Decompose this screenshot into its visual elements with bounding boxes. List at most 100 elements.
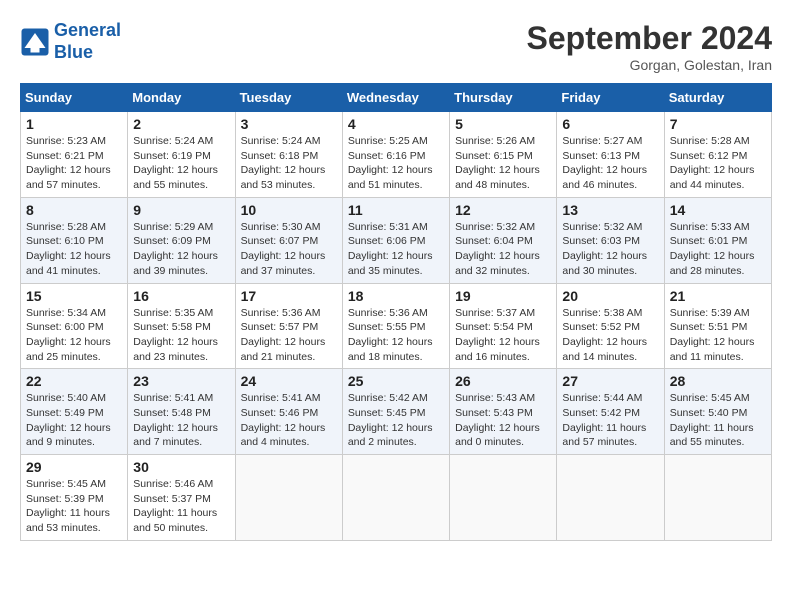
calendar-day-cell: 14 Sunrise: 5:33 AM Sunset: 6:01 PM Dayli… [664,197,771,283]
day-info: Sunrise: 5:30 AM Sunset: 6:07 PM Dayligh… [241,220,337,279]
weekday-header: Tuesday [235,84,342,112]
calendar-day-cell: 29 Sunrise: 5:45 AM Sunset: 5:39 PM Dayli… [21,455,128,541]
day-info: Sunrise: 5:33 AM Sunset: 6:01 PM Dayligh… [670,220,766,279]
day-info: Sunrise: 5:43 AM Sunset: 5:43 PM Dayligh… [455,391,551,450]
day-number: 27 [562,373,658,389]
day-info: Sunrise: 5:41 AM Sunset: 5:46 PM Dayligh… [241,391,337,450]
day-info: Sunrise: 5:28 AM Sunset: 6:12 PM Dayligh… [670,134,766,193]
day-info: Sunrise: 5:28 AM Sunset: 6:10 PM Dayligh… [26,220,122,279]
day-info: Sunrise: 5:42 AM Sunset: 5:45 PM Dayligh… [348,391,444,450]
calendar-day-cell: 10 Sunrise: 5:30 AM Sunset: 6:07 PM Dayli… [235,197,342,283]
day-info: Sunrise: 5:26 AM Sunset: 6:15 PM Dayligh… [455,134,551,193]
calendar-day-cell: 30 Sunrise: 5:46 AM Sunset: 5:37 PM Dayli… [128,455,235,541]
calendar-day-cell: 23 Sunrise: 5:41 AM Sunset: 5:48 PM Dayli… [128,369,235,455]
day-number: 1 [26,116,122,132]
day-number: 25 [348,373,444,389]
month-title: September 2024 [527,20,772,57]
day-info: Sunrise: 5:29 AM Sunset: 6:09 PM Dayligh… [133,220,229,279]
calendar-day-cell: 24 Sunrise: 5:41 AM Sunset: 5:46 PM Dayli… [235,369,342,455]
day-number: 20 [562,288,658,304]
logo: General Blue [20,20,121,63]
calendar-week-row: 8 Sunrise: 5:28 AM Sunset: 6:10 PM Daylig… [21,197,772,283]
calendar-day-cell: 5 Sunrise: 5:26 AM Sunset: 6:15 PM Daylig… [450,112,557,198]
calendar-day-cell: 17 Sunrise: 5:36 AM Sunset: 5:57 PM Dayli… [235,283,342,369]
calendar-day-cell: 7 Sunrise: 5:28 AM Sunset: 6:12 PM Daylig… [664,112,771,198]
calendar-day-cell [450,455,557,541]
day-info: Sunrise: 5:41 AM Sunset: 5:48 PM Dayligh… [133,391,229,450]
location-subtitle: Gorgan, Golestan, Iran [527,57,772,73]
page-header: General Blue September 2024 Gorgan, Gole… [20,20,772,73]
day-info: Sunrise: 5:24 AM Sunset: 6:18 PM Dayligh… [241,134,337,193]
calendar-day-cell: 3 Sunrise: 5:24 AM Sunset: 6:18 PM Daylig… [235,112,342,198]
calendar-week-row: 29 Sunrise: 5:45 AM Sunset: 5:39 PM Dayli… [21,455,772,541]
calendar-day-cell: 13Sunrise: 5:32 AM Sunset: 6:03 PM Dayli… [557,197,664,283]
day-info: Sunrise: 5:37 AM Sunset: 5:54 PM Dayligh… [455,306,551,365]
calendar-day-cell: 27 Sunrise: 5:44 AM Sunset: 5:42 PM Dayli… [557,369,664,455]
calendar-day-cell: 1 Sunrise: 5:23 AM Sunset: 6:21 PM Daylig… [21,112,128,198]
day-info: Sunrise: 5:36 AM Sunset: 5:55 PM Dayligh… [348,306,444,365]
day-number: 7 [670,116,766,132]
day-number: 9 [133,202,229,218]
day-number: 30 [133,459,229,475]
day-number: 2 [133,116,229,132]
day-info: Sunrise: 5:46 AM Sunset: 5:37 PM Dayligh… [133,477,229,536]
day-number: 14 [670,202,766,218]
calendar-day-cell: 8 Sunrise: 5:28 AM Sunset: 6:10 PM Daylig… [21,197,128,283]
day-number: 18 [348,288,444,304]
day-number: 21 [670,288,766,304]
calendar-day-cell: 25 Sunrise: 5:42 AM Sunset: 5:45 PM Dayli… [342,369,449,455]
day-info: Sunrise: 5:35 AM Sunset: 5:58 PM Dayligh… [133,306,229,365]
day-number: 15 [26,288,122,304]
day-number: 23 [133,373,229,389]
weekday-header: Thursday [450,84,557,112]
calendar-day-cell: 18 Sunrise: 5:36 AM Sunset: 5:55 PM Dayli… [342,283,449,369]
day-info: Sunrise: 5:36 AM Sunset: 5:57 PM Dayligh… [241,306,337,365]
day-info: Sunrise: 5:45 AM Sunset: 5:39 PM Dayligh… [26,477,122,536]
day-info: Sunrise: 5:31 AM Sunset: 6:06 PM Dayligh… [348,220,444,279]
calendar-day-cell [235,455,342,541]
day-number: 16 [133,288,229,304]
day-number: 22 [26,373,122,389]
calendar-day-cell: 15Sunrise: 5:34 AM Sunset: 6:00 PM Dayli… [21,283,128,369]
day-number: 5 [455,116,551,132]
day-info: Sunrise: 5:32 AM Sunset: 6:03 PM Dayligh… [562,220,658,279]
calendar-day-cell: 26Sunrise: 5:43 AM Sunset: 5:43 PM Dayli… [450,369,557,455]
logo-text: General Blue [54,20,121,63]
day-number: 19 [455,288,551,304]
calendar-day-cell: 9 Sunrise: 5:29 AM Sunset: 6:09 PM Daylig… [128,197,235,283]
day-number: 28 [670,373,766,389]
logo-icon [20,27,50,57]
title-block: September 2024 Gorgan, Golestan, Iran [527,20,772,73]
calendar-day-cell: 19 Sunrise: 5:37 AM Sunset: 5:54 PM Dayli… [450,283,557,369]
logo-line2: Blue [54,42,93,62]
day-info: Sunrise: 5:44 AM Sunset: 5:42 PM Dayligh… [562,391,658,450]
day-number: 8 [26,202,122,218]
day-info: Sunrise: 5:38 AM Sunset: 5:52 PM Dayligh… [562,306,658,365]
day-number: 4 [348,116,444,132]
weekday-header: Saturday [664,84,771,112]
calendar-table: SundayMondayTuesdayWednesdayThursdayFrid… [20,83,772,541]
day-number: 17 [241,288,337,304]
weekday-header: Monday [128,84,235,112]
calendar-day-cell: 2 Sunrise: 5:24 AM Sunset: 6:19 PM Daylig… [128,112,235,198]
weekday-header: Friday [557,84,664,112]
day-info: Sunrise: 5:23 AM Sunset: 6:21 PM Dayligh… [26,134,122,193]
weekday-header-row: SundayMondayTuesdayWednesdayThursdayFrid… [21,84,772,112]
calendar-week-row: 15Sunrise: 5:34 AM Sunset: 6:00 PM Dayli… [21,283,772,369]
calendar-day-cell: 22 Sunrise: 5:40 AM Sunset: 5:49 PM Dayli… [21,369,128,455]
day-number: 29 [26,459,122,475]
calendar-day-cell: 20 Sunrise: 5:38 AM Sunset: 5:52 PM Dayli… [557,283,664,369]
day-number: 24 [241,373,337,389]
day-info: Sunrise: 5:24 AM Sunset: 6:19 PM Dayligh… [133,134,229,193]
calendar-day-cell: 21Sunrise: 5:39 AM Sunset: 5:51 PM Dayli… [664,283,771,369]
day-number: 10 [241,202,337,218]
day-info: Sunrise: 5:40 AM Sunset: 5:49 PM Dayligh… [26,391,122,450]
calendar-day-cell [342,455,449,541]
calendar-day-cell: 11Sunrise: 5:31 AM Sunset: 6:06 PM Dayli… [342,197,449,283]
day-info: Sunrise: 5:32 AM Sunset: 6:04 PM Dayligh… [455,220,551,279]
calendar-day-cell: 16 Sunrise: 5:35 AM Sunset: 5:58 PM Dayli… [128,283,235,369]
day-info: Sunrise: 5:45 AM Sunset: 5:40 PM Dayligh… [670,391,766,450]
day-number: 3 [241,116,337,132]
calendar-day-cell: 12Sunrise: 5:32 AM Sunset: 6:04 PM Dayli… [450,197,557,283]
calendar-day-cell: 6Sunrise: 5:27 AM Sunset: 6:13 PM Daylig… [557,112,664,198]
